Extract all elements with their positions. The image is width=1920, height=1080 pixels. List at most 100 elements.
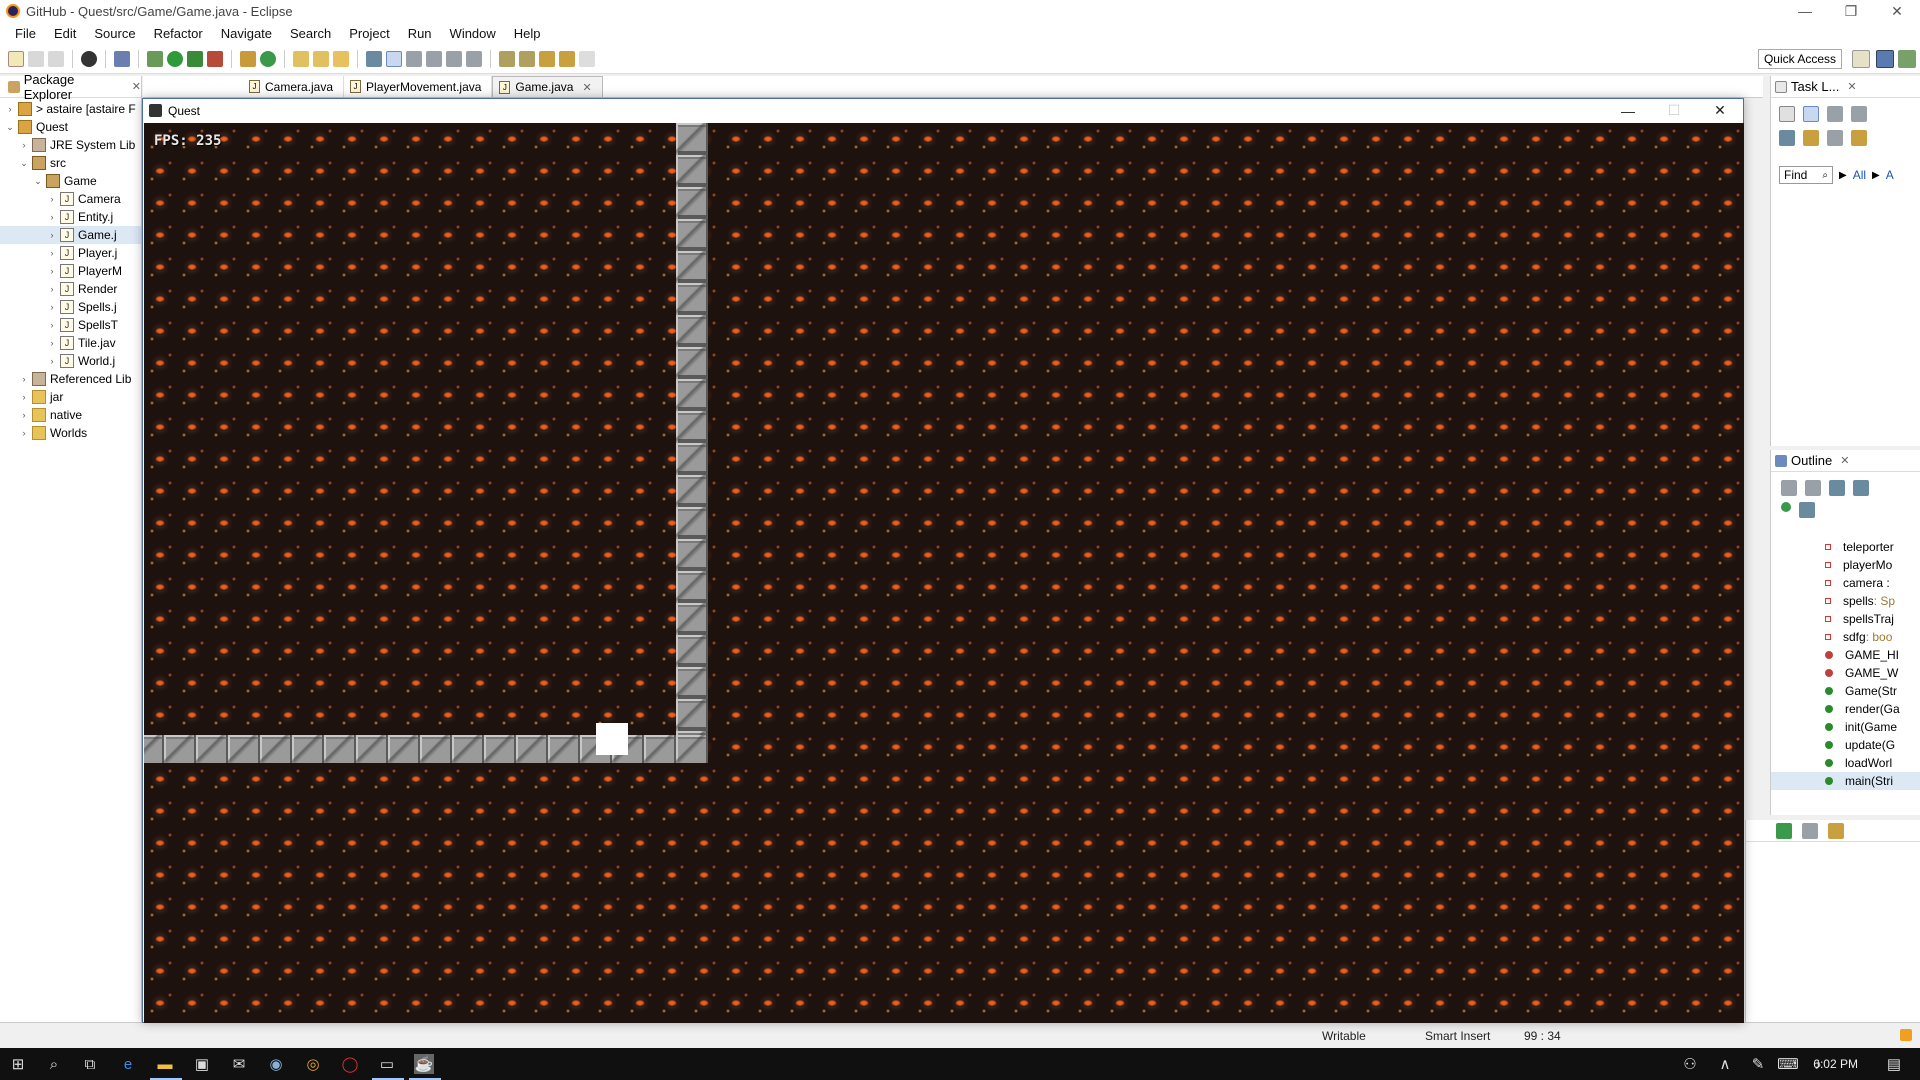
outline-item[interactable]: sdfg : boo <box>1771 628 1920 646</box>
chevron-right-icon[interactable]: › <box>46 248 58 258</box>
new-icon[interactable] <box>8 50 24 67</box>
outline-item[interactable]: main(Stri <box>1771 772 1920 790</box>
hide-nonpublic-icon[interactable] <box>1781 502 1791 512</box>
windows-start-icon[interactable]: ⊞ <box>8 1054 28 1074</box>
tree-item[interactable]: › J PlayerM <box>0 262 141 280</box>
chevron-right-icon[interactable]: › <box>18 374 30 384</box>
outline-item[interactable]: render(Ga <box>1771 700 1920 718</box>
edge-browser-icon[interactable]: e <box>118 1054 138 1074</box>
save-icon[interactable] <box>28 50 44 67</box>
tree-item[interactable]: › J Render <box>0 280 141 298</box>
menu-window[interactable]: Window <box>441 26 505 41</box>
tree-item[interactable]: › J Tile.jav <box>0 334 141 352</box>
all-filter-link[interactable]: All <box>1853 168 1866 182</box>
menu-run[interactable]: Run <box>399 26 441 41</box>
task-list-tab[interactable]: Task L... ✕ <box>1771 76 1920 98</box>
tree-item[interactable]: ⌄ Quest <box>0 118 141 136</box>
notifications-icon[interactable]: ▤ <box>1884 1054 1904 1074</box>
hide-completed-icon[interactable] <box>1779 130 1795 146</box>
outline-tab[interactable]: Outline ✕ <box>1771 450 1920 472</box>
pen-icon[interactable]: ✎ <box>1748 1054 1768 1074</box>
chevron-down-icon[interactable]: ⌄ <box>4 122 16 133</box>
tree-item[interactable]: › J Game.j <box>0 226 141 244</box>
coverage-icon[interactable] <box>187 50 203 67</box>
close-icon[interactable]: ✕ <box>1840 454 1849 467</box>
tree-item[interactable]: › J SpellsT <box>0 316 141 334</box>
external-tools-icon[interactable] <box>207 50 223 67</box>
quick-access-field[interactable]: Quick Access <box>1757 49 1842 69</box>
close-button[interactable]: ✕ <box>1874 0 1920 22</box>
package-explorer-tab[interactable]: Package Explorer ✕ <box>0 72 141 102</box>
outline-item[interactable]: spellsTraj <box>1771 610 1920 628</box>
outline-item[interactable]: camera : <box>1771 574 1920 592</box>
restore-button[interactable]: ❐ <box>1828 0 1874 22</box>
menu-navigate[interactable]: Navigate <box>212 26 281 41</box>
chrome-icon[interactable]: ◎ <box>303 1054 323 1074</box>
chevron-right-icon[interactable]: › <box>46 356 58 366</box>
hide-local-types-icon[interactable] <box>1799 502 1815 518</box>
chevron-right-icon[interactable]: › <box>18 410 30 420</box>
keyboard-icon[interactable]: ⌨ <box>1777 1054 1799 1074</box>
store-icon[interactable]: ▣ <box>192 1054 212 1074</box>
tray-expand-icon[interactable]: ∧ <box>1715 1054 1735 1074</box>
collapse-all-icon[interactable] <box>1781 480 1797 496</box>
menu-edit[interactable]: Edit <box>45 26 85 41</box>
tree-item[interactable]: › J Player.j <box>0 244 141 262</box>
next-annotation-icon[interactable] <box>499 50 515 67</box>
link-icon[interactable] <box>1851 130 1867 146</box>
new-java-class-icon[interactable] <box>260 50 276 67</box>
chevron-right-icon[interactable]: › <box>46 266 58 276</box>
chevron-down-icon[interactable]: ⌄ <box>32 176 44 187</box>
find-input[interactable]: Find ⌕ <box>1779 166 1833 184</box>
java-app-taskbar-icon[interactable]: ☕ <box>414 1054 434 1074</box>
outline-item[interactable]: GAME_W <box>1771 664 1920 682</box>
close-icon[interactable]: ✕ <box>582 81 591 94</box>
tree-item[interactable]: › JRE System Lib <box>0 136 141 154</box>
menu-refactor[interactable]: Refactor <box>145 26 212 41</box>
outline-item[interactable]: update(G <box>1771 736 1920 754</box>
outline-item[interactable]: loadWorl <box>1771 754 1920 772</box>
profile-icon[interactable] <box>81 50 97 67</box>
people-icon[interactable]: ⚇ <box>1680 1054 1700 1074</box>
tab-game-java[interactable]: J Game.java ✕ <box>492 76 603 97</box>
word-wrap-icon[interactable] <box>426 50 442 67</box>
hide-fields-icon[interactable] <box>1829 480 1845 496</box>
task-view-icon[interactable]: ⧉ <box>80 1054 100 1074</box>
menu-search[interactable]: Search <box>281 26 340 41</box>
chevron-right-icon[interactable]: › <box>46 302 58 312</box>
categorized-icon[interactable] <box>1803 106 1819 122</box>
tree-item[interactable]: › jar <box>0 388 141 406</box>
file-explorer-icon[interactable]: ▬ <box>155 1054 175 1074</box>
tab-playermovement-java[interactable]: J PlayerMovement.java <box>344 76 493 97</box>
outline-item[interactable]: teleporter <box>1771 538 1920 556</box>
minimize-button[interactable]: — <box>1782 0 1828 22</box>
java-perspective-icon[interactable] <box>1876 50 1894 68</box>
outline-item[interactable]: GAME_HI <box>1771 646 1920 664</box>
search-icon[interactable]: ⌕ <box>44 1054 64 1074</box>
collapse-all-icon[interactable] <box>1827 130 1843 146</box>
tree-item[interactable]: ⌄ src <box>0 154 141 172</box>
back-icon[interactable] <box>559 50 575 67</box>
new-task-icon[interactable] <box>1779 106 1795 122</box>
tree-item[interactable]: › J Entity.j <box>0 208 141 226</box>
steam-icon[interactable]: ◉ <box>266 1054 286 1074</box>
toggle-mark-occurrences-icon[interactable] <box>366 50 382 67</box>
forward-icon[interactable] <box>579 50 595 67</box>
tree-item[interactable]: › J Spells.j <box>0 298 141 316</box>
open-type-icon[interactable] <box>293 50 309 67</box>
tree-item[interactable]: › Worlds <box>0 424 141 442</box>
chevron-right-icon[interactable]: › <box>18 140 30 150</box>
chevron-right-icon[interactable]: › <box>46 320 58 330</box>
game-canvas[interactable]: FPS: 235 <box>144 123 1744 1023</box>
menu-source[interactable]: Source <box>85 26 144 41</box>
tree-item[interactable]: › J Camera <box>0 190 141 208</box>
outline-item[interactable]: spells : Sp <box>1771 592 1920 610</box>
scheduled-icon[interactable] <box>1827 106 1843 122</box>
skip-breakpoints-icon[interactable] <box>114 50 130 67</box>
tree-item[interactable]: › J World.j <box>0 352 141 370</box>
console-icon[interactable] <box>1776 822 1792 839</box>
debug-icon[interactable] <box>147 50 163 67</box>
run-icon[interactable] <box>167 50 183 67</box>
pin-editor-icon[interactable] <box>466 50 482 67</box>
show-whitespace-icon[interactable] <box>446 50 462 67</box>
